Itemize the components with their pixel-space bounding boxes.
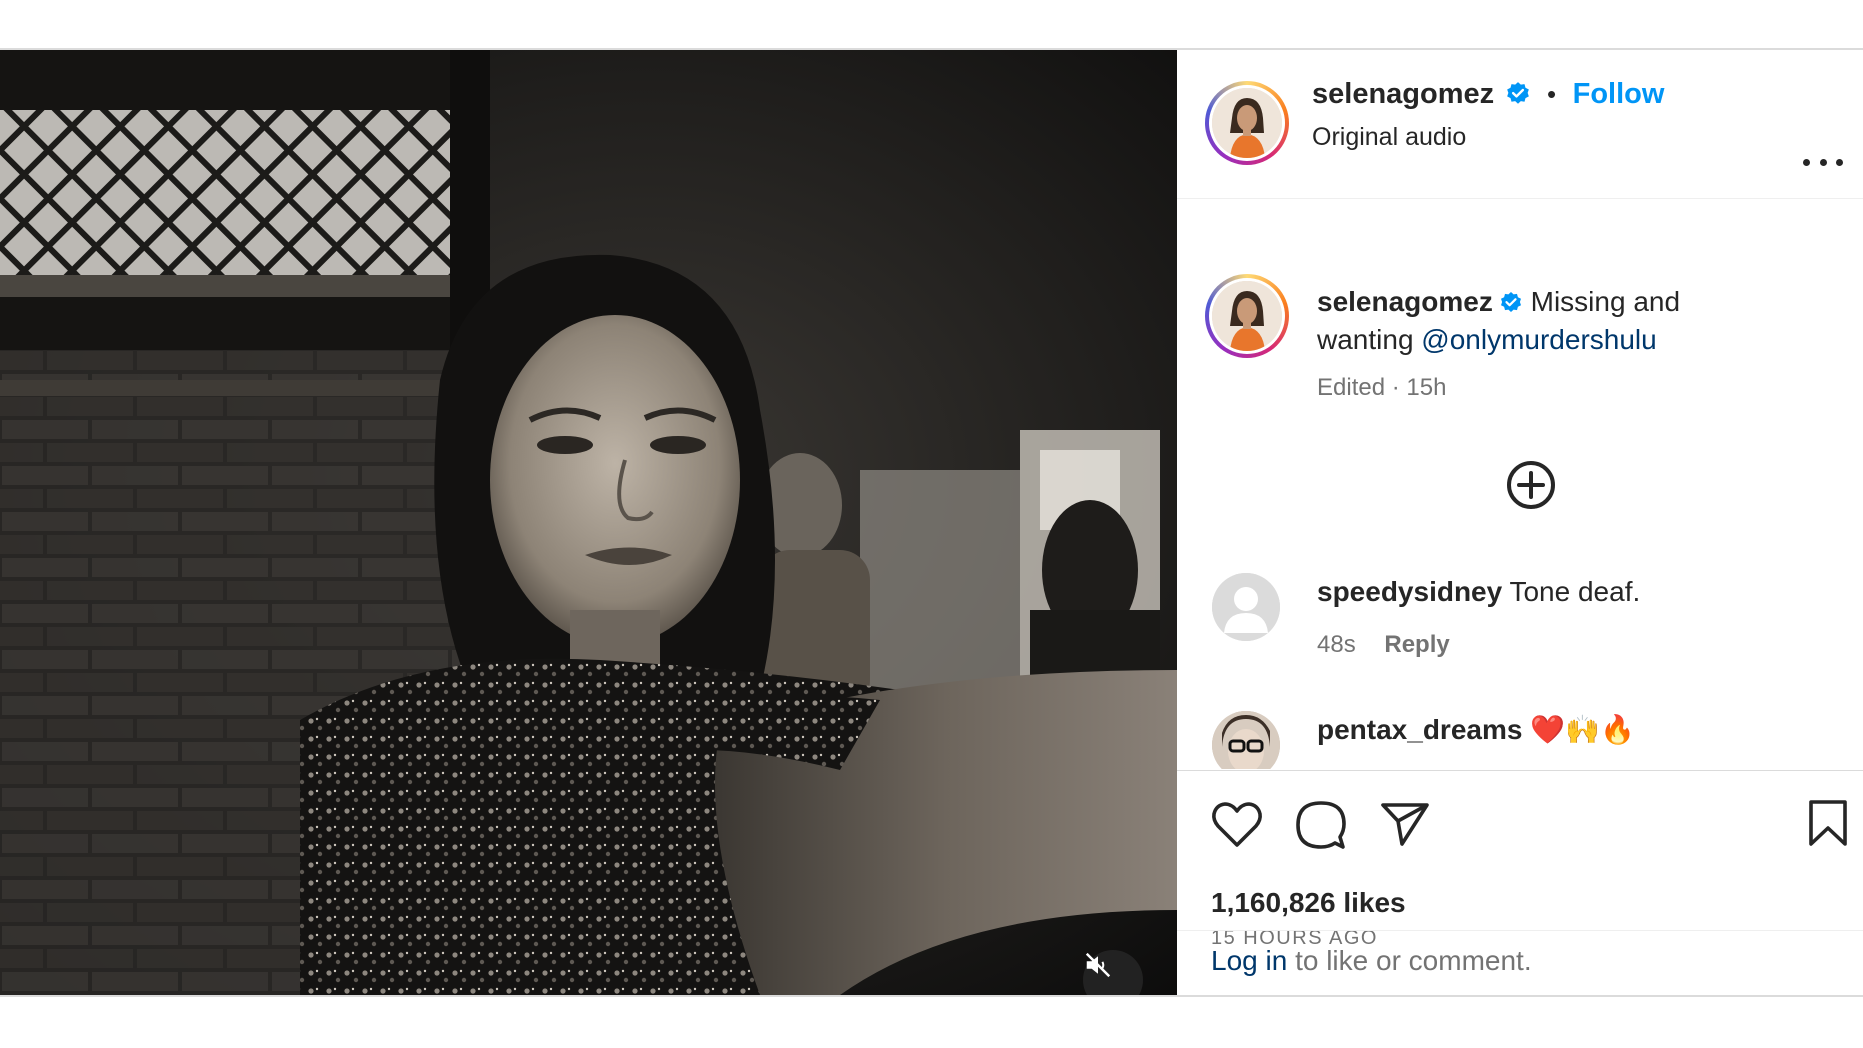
post-side-panel: selenagomez • Follow Original audio sele… bbox=[1177, 50, 1863, 995]
commenter-avatar[interactable] bbox=[1212, 573, 1280, 641]
share-icon bbox=[1381, 803, 1429, 846]
more-options-icon[interactable] bbox=[1803, 152, 1843, 172]
comment-body: speedysidney Tone deaf. bbox=[1317, 573, 1640, 611]
caption-meta: Edited · 15h bbox=[1317, 374, 1446, 402]
like-icon bbox=[1212, 802, 1262, 847]
follow-button[interactable]: Follow bbox=[1573, 78, 1665, 110]
video-frame bbox=[0, 50, 1177, 995]
post-header: selenagomez • Follow Original audio bbox=[1177, 50, 1863, 199]
reply-button[interactable]: Reply bbox=[1384, 631, 1449, 658]
verified-badge-icon bbox=[1500, 292, 1521, 312]
caption-meta-dot: · bbox=[1391, 374, 1400, 401]
caption-timestamp[interactable]: 15h bbox=[1406, 374, 1446, 401]
caption-avatar-image bbox=[1212, 281, 1282, 351]
caption-mention-link[interactable]: @onlymurdershulu bbox=[1421, 324, 1656, 355]
caption-username[interactable]: selenagomez bbox=[1317, 286, 1493, 317]
audio-label[interactable]: Original audio bbox=[1312, 123, 1466, 152]
comment-body: pentax_dreams ❤️🙌🔥 bbox=[1317, 711, 1635, 749]
instagram-post: selenagomez • Follow Original audio sele… bbox=[0, 48, 1863, 997]
comment-username[interactable]: speedysidney bbox=[1317, 576, 1502, 607]
comment-time[interactable]: 48s bbox=[1317, 631, 1356, 658]
author-avatar-image bbox=[1212, 88, 1282, 158]
default-avatar-icon bbox=[1212, 573, 1280, 641]
caption-text-line2: wanting bbox=[1317, 324, 1414, 355]
comment-username[interactable]: pentax_dreams bbox=[1317, 714, 1522, 745]
verified-badge-icon bbox=[1506, 82, 1529, 104]
comment-icon bbox=[1296, 801, 1346, 849]
author-username[interactable]: selenagomez bbox=[1312, 78, 1494, 110]
save-icon bbox=[1809, 800, 1847, 846]
comment-meta: 48s Reply bbox=[1317, 631, 1450, 659]
login-prompt: Log in to like or comment. bbox=[1177, 930, 1863, 996]
caption: selenagomez Missing and wanting @onlymur… bbox=[1317, 283, 1837, 359]
comment-text: Tone deaf. bbox=[1509, 576, 1641, 607]
comments-list[interactable]: selenagomez Missing and wanting @onlymur… bbox=[1177, 199, 1863, 769]
comment-text: ❤️🙌🔥 bbox=[1530, 714, 1635, 745]
share-button[interactable] bbox=[1380, 801, 1430, 852]
like-button[interactable] bbox=[1211, 801, 1263, 854]
author-avatar[interactable] bbox=[1205, 81, 1289, 165]
commenter-avatar-image bbox=[1212, 711, 1280, 769]
comment-button[interactable] bbox=[1295, 799, 1347, 856]
save-button[interactable] bbox=[1808, 799, 1848, 852]
likes-count[interactable]: 1,160,826 likes bbox=[1211, 887, 1406, 919]
login-prompt-text: to like or comment. bbox=[1295, 945, 1532, 976]
add-comment-icon bbox=[1507, 461, 1555, 509]
post-video[interactable] bbox=[0, 50, 1177, 995]
mute-icon bbox=[1085, 952, 1111, 978]
caption-edited-label: Edited bbox=[1317, 374, 1386, 401]
caption-avatar[interactable] bbox=[1205, 274, 1289, 358]
header-separator: • bbox=[1547, 79, 1557, 109]
login-link[interactable]: Log in bbox=[1211, 945, 1287, 976]
commenter-avatar[interactable] bbox=[1212, 711, 1280, 769]
load-more-comments-button[interactable] bbox=[1505, 459, 1557, 511]
caption-text-line1: Missing and bbox=[1530, 286, 1681, 317]
